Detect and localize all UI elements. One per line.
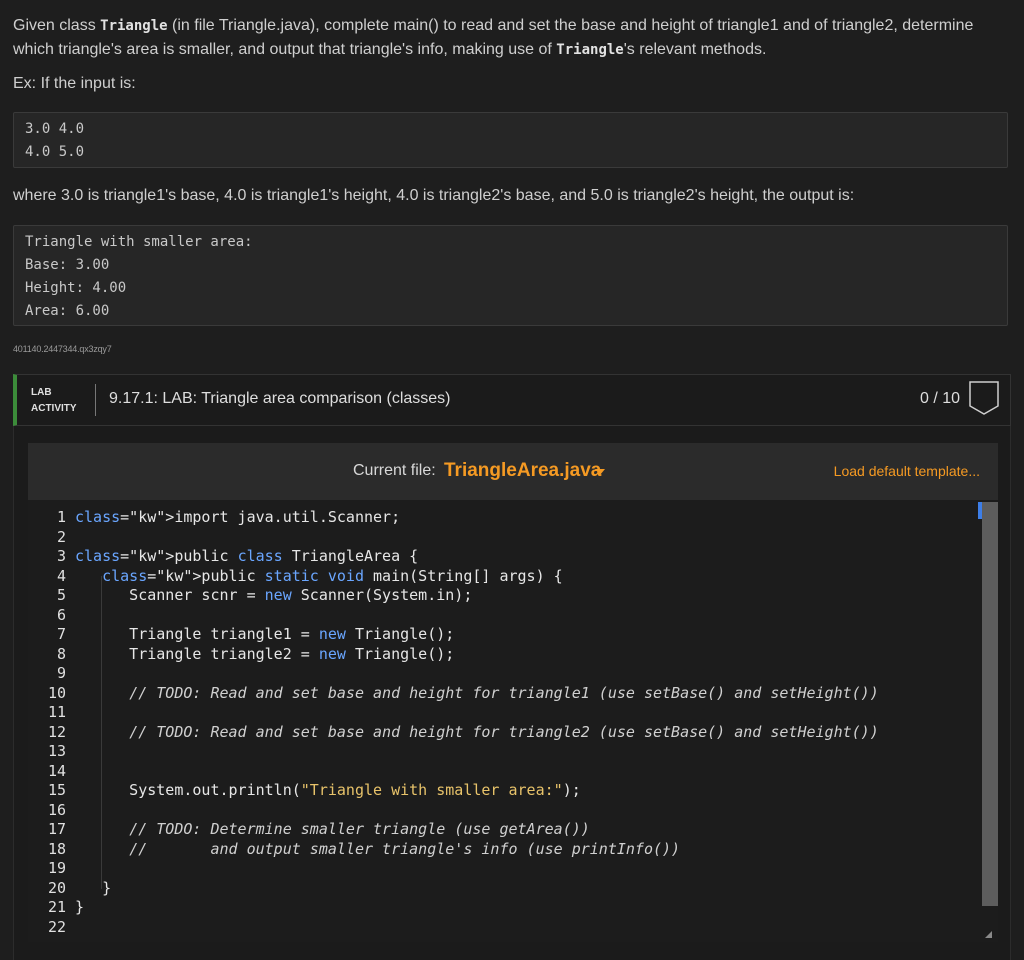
line-number: 10 — [47, 683, 66, 702]
code-line[interactable]: // TODO: Read and set base and height fo… — [75, 723, 978, 743]
editor-scrollbar-thumb[interactable] — [982, 502, 998, 906]
code-line[interactable]: // TODO: Determine smaller triangle (use… — [75, 820, 978, 840]
instructions-paragraph: Given class Triangle (in file Triangle.j… — [13, 17, 974, 58]
file-select-dropdown[interactable]: TriangleArea.java — [444, 460, 601, 482]
line-number: 19 — [47, 859, 66, 877]
code-line[interactable]: } — [75, 879, 978, 899]
code-line[interactable] — [75, 918, 978, 938]
line-number: 2 — [56, 527, 66, 546]
code-line[interactable] — [75, 664, 978, 684]
shield-outline-icon — [969, 381, 999, 415]
where-text: where 3.0 is triangle1's base, 4.0 is tr… — [13, 187, 855, 204]
line-number: 1 — [56, 508, 66, 526]
line-number: 3 — [56, 547, 66, 565]
code-line[interactable] — [75, 703, 978, 723]
code-line[interactable]: } — [75, 898, 978, 918]
line-number: 4 — [56, 566, 66, 585]
caret-down-icon[interactable] — [595, 469, 605, 475]
code-lines[interactable]: class="kw">import java.util.Scanner; cla… — [75, 508, 978, 937]
line-number: 14 — [47, 761, 66, 780]
line-number: 20 — [47, 878, 66, 897]
editor-scrollbar-track[interactable] — [982, 500, 998, 942]
lab-activity-header: LAB ACTIVITY 9.17.1: LAB: Triangle area … — [13, 374, 1011, 426]
code-line[interactable]: // TODO: Read and set base and height fo… — [75, 684, 978, 704]
line-number: 17 — [47, 820, 66, 838]
code-line[interactable] — [75, 859, 978, 879]
line-number: 15 — [47, 781, 66, 799]
code-line[interactable] — [75, 801, 978, 821]
code-line[interactable]: // and output smaller triangle's info (u… — [75, 840, 978, 860]
code-line[interactable] — [75, 742, 978, 762]
code-line[interactable]: Triangle triangle1 = new Triangle(); — [75, 625, 978, 645]
header-divider — [95, 384, 96, 416]
line-number: 11 — [47, 703, 66, 721]
line-number: 12 — [47, 722, 66, 741]
line-number: 9 — [56, 664, 66, 682]
example-input-block: 3.0 4.0 4.0 5.0 — [13, 112, 1008, 168]
line-number: 13 — [47, 742, 66, 760]
resize-grip-icon[interactable] — [985, 931, 992, 938]
line-number: 6 — [56, 605, 66, 624]
load-default-template-link[interactable]: Load default template... — [834, 463, 980, 479]
line-number: 21 — [47, 898, 66, 916]
code-line[interactable] — [75, 762, 978, 782]
line-number: 8 — [56, 644, 66, 663]
line-number: 5 — [56, 586, 66, 604]
code-line[interactable] — [75, 528, 978, 548]
example-output-block: Triangle with smaller area: Base: 3.00 H… — [13, 225, 1008, 326]
code-editor[interactable]: 1 2 3 4 5 6 7 8 9 10 11 12 13 14 15 16 17 18 19 20 21 22 clas… — [28, 500, 998, 942]
code-line[interactable]: class="kw">public class TriangleArea { — [75, 547, 978, 567]
lab-title: 9.17.1: LAB: Triangle area comparison (c… — [109, 390, 451, 407]
file-bar: Current file: TriangleArea.java Load def… — [28, 443, 998, 500]
line-number: 16 — [47, 800, 66, 819]
line-number: 7 — [56, 625, 66, 643]
line-number: 22 — [47, 917, 66, 936]
lab-activity-tag: LAB ACTIVITY — [31, 387, 77, 414]
code-line[interactable]: Triangle triangle2 = new Triangle(); — [75, 645, 978, 665]
code-line[interactable] — [75, 606, 978, 626]
content-id: 401140.2447344.qx3zqy7 — [13, 344, 112, 354]
line-number: 18 — [47, 839, 66, 858]
code-line[interactable]: Scanner scnr = new Scanner(System.in); — [75, 586, 978, 606]
line-number-gutter: 1 2 3 4 5 6 7 8 9 10 11 12 13 14 15 16 17 18 19 20 21 22 — [28, 508, 66, 937]
code-line[interactable]: class="kw">import java.util.Scanner; — [75, 508, 978, 528]
lab-score: 0 / 10 — [919, 390, 960, 407]
code-line[interactable]: class="kw">public static void main(Strin… — [75, 567, 978, 587]
code-line[interactable]: System.out.println("Triangle with smalle… — [75, 781, 978, 801]
example-label: Ex: If the input is: — [13, 75, 136, 92]
current-file-label: Current file: — [353, 462, 436, 479]
